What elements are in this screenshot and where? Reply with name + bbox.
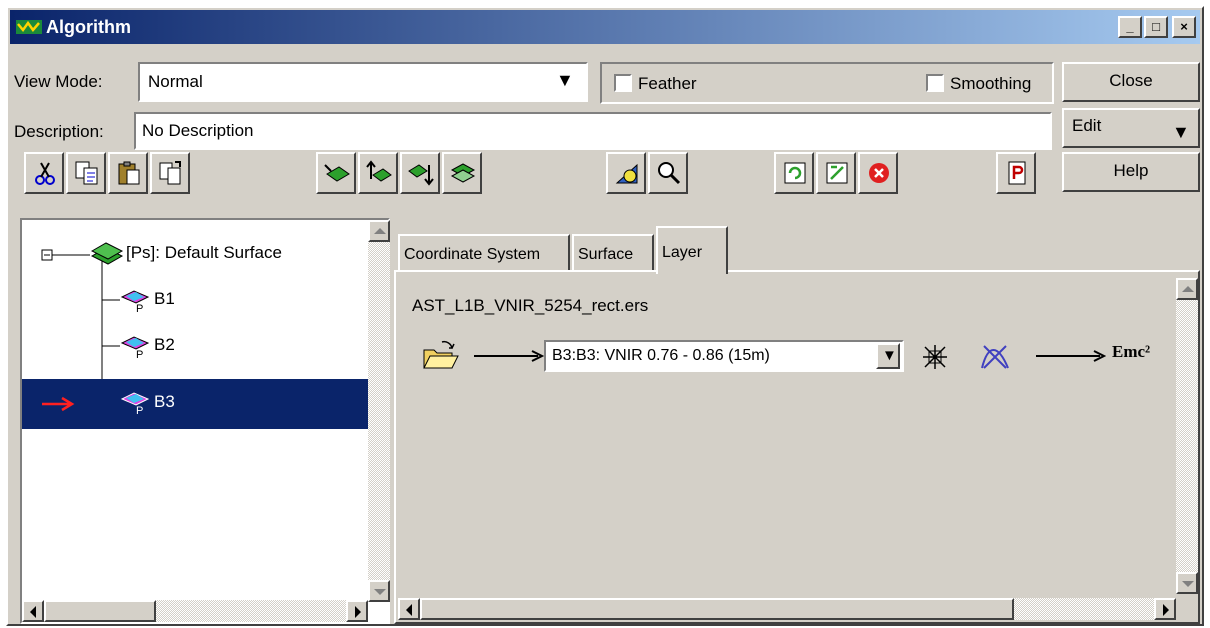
tree-pane: [Ps]: Default Surface P B1 P B2 P B3 (20, 218, 390, 624)
zoom-icon (658, 162, 681, 185)
algorithm-window: Algorithm _ □ × View Mode: Normal ▼ Feat… (6, 6, 1204, 626)
dropdown-arrow-icon: ▼ (882, 347, 897, 364)
paste-special-button[interactable] (150, 152, 190, 194)
svg-text:P: P (136, 405, 143, 415)
description-label: Description: (14, 122, 104, 141)
print-icon (1008, 161, 1026, 185)
title-bar: Algorithm _ □ × (10, 10, 1200, 44)
swap-button[interactable] (816, 152, 856, 194)
maximize-button[interactable]: □ (1144, 16, 1168, 38)
paste-icon (118, 161, 140, 185)
feather-label: Feather (638, 74, 697, 93)
close-button[interactable]: Close (1062, 62, 1200, 102)
cut-icon (35, 162, 55, 185)
zoom-button[interactable] (648, 152, 688, 194)
stop-icon (869, 163, 889, 183)
layer-icon: P (120, 336, 150, 359)
edit-dropdown-button[interactable]: Edit ▼ (1062, 108, 1200, 148)
tab-surface[interactable]: Surface (572, 234, 654, 272)
current-arrow-icon (42, 396, 75, 412)
print-button[interactable] (996, 152, 1036, 194)
layer-icon: P (120, 392, 150, 415)
help-button[interactable]: Help (1062, 152, 1200, 192)
feather-smoothing-group: Feather Smoothing (600, 62, 1054, 104)
close-window-button[interactable]: × (1172, 16, 1196, 38)
swap-icon (826, 162, 848, 184)
scroll-up-button[interactable] (368, 220, 390, 242)
layer-file-name: AST_L1B_VNIR_5254_rect.ers (412, 296, 649, 315)
view-mode-select[interactable]: Normal ▼ (138, 62, 588, 102)
move-up-button[interactable] (358, 152, 398, 194)
scroll-right-button[interactable] (1154, 598, 1176, 620)
tree-item-b1[interactable]: P B1 (120, 283, 360, 319)
tree-vertical-scrollbar[interactable] (368, 220, 390, 602)
tree-item-b2[interactable]: P B2 (120, 329, 360, 365)
add-surface-icon (324, 164, 350, 182)
tree-item-b3[interactable]: P B3 (22, 379, 368, 429)
layer-horizontal-scrollbar[interactable] (398, 598, 1176, 620)
tree-horizontal-scrollbar[interactable] (22, 600, 368, 622)
add-surface-button[interactable] (316, 152, 356, 194)
tab-coordinate-system[interactable]: Coordinate System (398, 234, 570, 272)
dropdown-arrow-icon: ▼ (1172, 122, 1190, 142)
no-filter-icon[interactable] (920, 342, 950, 372)
move-down-icon (408, 164, 434, 186)
surface-icon (90, 242, 124, 265)
tab-layer[interactable]: Layer (656, 226, 728, 274)
scroll-up-button[interactable] (1176, 278, 1198, 300)
layer-icon: P (120, 290, 150, 313)
window-title: Algorithm (46, 17, 131, 37)
cut-button[interactable] (24, 152, 64, 194)
scroll-thumb[interactable] (420, 598, 1014, 620)
scroll-left-button[interactable] (22, 600, 44, 622)
refresh-icon (784, 162, 806, 184)
minimize-button[interactable]: _ (1118, 16, 1142, 38)
svg-text:P: P (136, 349, 143, 359)
tree-root-label[interactable]: [Ps]: Default Surface (126, 243, 282, 263)
scroll-down-button[interactable] (368, 580, 390, 602)
app-icon (16, 20, 42, 34)
band-select[interactable]: B3:B3: VNIR 0.76 - 0.86 (15m) ▼ (544, 340, 904, 372)
arrow-icon (1036, 350, 1106, 362)
dropdown-arrow-icon: ▼ (556, 70, 574, 90)
add-layer-icon (615, 163, 638, 184)
svg-text:P: P (136, 303, 143, 313)
move-down-button[interactable] (400, 152, 440, 194)
paste-special-icon (159, 161, 181, 185)
layer-vertical-scrollbar[interactable] (1176, 278, 1198, 594)
duplicate-surface-icon (450, 163, 476, 183)
smoothing-label: Smoothing (950, 74, 1032, 93)
scroll-down-button[interactable] (1176, 572, 1198, 594)
scroll-thumb[interactable] (44, 600, 156, 622)
layer-tab-panel: AST_L1B_VNIR_5254_rect.ers B3:B3: VNIR 0… (394, 270, 1200, 624)
feather-checkbox[interactable] (614, 74, 632, 92)
description-input[interactable]: No Description (134, 112, 1052, 150)
stop-button[interactable] (858, 152, 898, 194)
open-folder-icon[interactable] (420, 338, 460, 374)
formula-icon[interactable]: Emc² (1112, 342, 1150, 362)
no-transform-icon[interactable] (978, 340, 1012, 372)
copy-button[interactable] (66, 152, 106, 194)
copy-icon (75, 161, 98, 185)
add-layer-button[interactable] (606, 152, 646, 194)
scroll-left-button[interactable] (398, 598, 420, 620)
scroll-right-button[interactable] (346, 600, 368, 622)
duplicate-surface-button[interactable] (442, 152, 482, 194)
band-dropdown-button[interactable]: ▼ (876, 343, 900, 369)
view-mode-value: Normal (148, 72, 203, 91)
view-mode-label: View Mode: (14, 72, 103, 91)
band-select-value: B3:B3: VNIR 0.76 - 0.86 (15m) (552, 347, 770, 364)
refresh-button[interactable] (774, 152, 814, 194)
paste-button[interactable] (108, 152, 148, 194)
smoothing-checkbox[interactable] (926, 74, 944, 92)
move-up-icon (366, 160, 392, 182)
arrow-icon (474, 350, 544, 362)
